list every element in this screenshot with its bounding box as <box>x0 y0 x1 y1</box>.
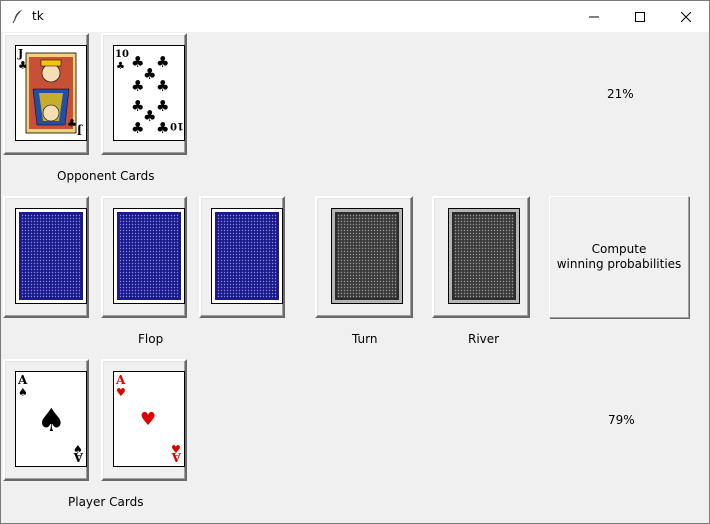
feather-icon <box>12 10 22 23</box>
card-back <box>211 208 283 304</box>
svg-text:♣: ♣ <box>156 119 169 137</box>
ace-of-spades-card: A ♠ ♠ ♠ A <box>15 371 87 467</box>
opponent-cards-label: Opponent Cards <box>57 169 155 183</box>
app-window: tk J ♣ ♣ J 10 ♣ ♣ ♣ ♣ ♣ ♣ ♣ ♣ ♣ ♣ ♣ 10 O… <box>0 0 710 524</box>
flop-card-3[interactable] <box>199 196 285 318</box>
maximize-icon <box>635 11 645 22</box>
flop-label: Flop <box>138 332 164 346</box>
player-card-1[interactable]: A ♠ ♠ ♠ A <box>3 359 89 481</box>
ace-of-hearts-card: A ♥ ♥ ♥ A <box>113 371 185 467</box>
player-win-probability: 79% <box>608 413 635 427</box>
svg-text:♠: ♠ <box>18 386 28 399</box>
jack-of-clubs-card: J ♣ ♣ J <box>15 45 87 141</box>
close-icon <box>681 11 691 22</box>
maximize-button[interactable] <box>617 1 663 32</box>
svg-text:♣: ♣ <box>156 53 169 71</box>
flop-card-1[interactable] <box>3 196 89 318</box>
close-button[interactable] <box>663 1 709 32</box>
river-card[interactable] <box>432 196 530 318</box>
svg-text:♣: ♣ <box>116 61 125 72</box>
opponent-card-2[interactable]: 10 ♣ ♣ ♣ ♣ ♣ ♣ ♣ ♣ ♣ ♣ ♣ 10 <box>101 33 187 155</box>
svg-text:♠: ♠ <box>37 401 66 439</box>
minimize-button[interactable] <box>571 1 617 32</box>
card-back <box>113 208 185 304</box>
svg-text:J: J <box>77 124 83 137</box>
svg-text:♣: ♣ <box>143 65 156 83</box>
player-cards-label: Player Cards <box>68 495 144 509</box>
opponent-card-1[interactable]: J ♣ ♣ J <box>3 33 89 155</box>
svg-text:10: 10 <box>170 120 184 131</box>
compute-probabilities-button[interactable]: Compute winning probabilities <box>549 196 689 318</box>
minimize-icon <box>589 16 599 17</box>
card-back-grey <box>331 208 403 304</box>
ten-of-clubs-card: 10 ♣ ♣ ♣ ♣ ♣ ♣ ♣ ♣ ♣ ♣ ♣ 10 <box>113 45 185 141</box>
turn-card[interactable] <box>315 196 413 318</box>
player-card-2[interactable]: A ♥ ♥ ♥ A <box>101 359 187 481</box>
svg-text:♣: ♣ <box>143 107 156 125</box>
compute-button-line1: Compute <box>591 242 647 256</box>
svg-text:♥: ♥ <box>140 409 156 430</box>
card-back <box>15 208 87 304</box>
opponent-win-probability: 21% <box>607 87 634 101</box>
svg-text:A: A <box>17 373 28 387</box>
svg-text:♥: ♥ <box>116 386 126 399</box>
window-title: tk <box>32 9 44 23</box>
turn-label: Turn <box>352 332 378 346</box>
flop-card-2[interactable] <box>101 196 187 318</box>
svg-text:♣: ♣ <box>156 97 169 115</box>
svg-text:A: A <box>171 450 182 464</box>
title-bar[interactable]: tk <box>1 1 709 32</box>
svg-text:A: A <box>73 450 84 464</box>
card-back-grey <box>448 208 520 304</box>
svg-text:10: 10 <box>115 49 129 60</box>
river-label: River <box>468 332 500 346</box>
svg-text:♣: ♣ <box>156 77 169 95</box>
svg-text:A: A <box>115 373 126 387</box>
svg-text:♣: ♣ <box>131 119 144 137</box>
compute-button-line2: winning probabilities <box>556 257 682 271</box>
svg-text:♣: ♣ <box>131 77 144 95</box>
svg-text:♣: ♣ <box>67 117 77 130</box>
